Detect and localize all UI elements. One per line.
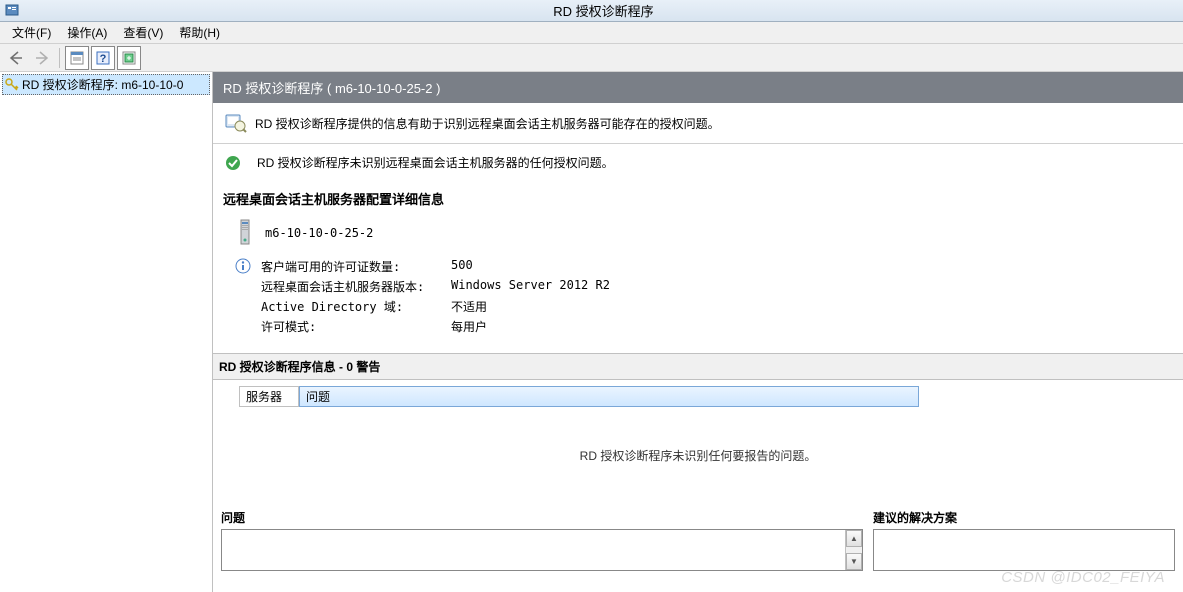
properties-button[interactable] xyxy=(65,46,89,70)
issue-box: ▲ ▼ xyxy=(221,529,863,571)
menu-action[interactable]: 操作(A) xyxy=(59,22,115,43)
menu-view[interactable]: 查看(V) xyxy=(115,22,171,43)
forward-button[interactable] xyxy=(30,46,54,70)
ad-domain-label: Active Directory 域: xyxy=(261,298,451,315)
license-mode-value: 每用户 xyxy=(451,318,610,335)
ok-icon xyxy=(225,155,241,171)
server-version-value: Windows Server 2012 R2 xyxy=(451,278,610,295)
scroll-up-icon[interactable]: ▲ xyxy=(846,530,862,547)
grid-empty-message: RD 授权诊断程序未识别任何要报告的问题。 xyxy=(221,407,1175,503)
content-header: RD 授权诊断程序 ( m6-10-10-0-25-2 ) xyxy=(213,72,1183,103)
license-mode-label: 许可模式: xyxy=(261,318,451,335)
help-button[interactable]: ? xyxy=(91,46,115,70)
grid-column-headers: 服务器 问题 xyxy=(221,386,1175,407)
description-text: RD 授权诊断程序提供的信息有助于识别远程桌面会话主机服务器可能存在的授权问题。 xyxy=(255,115,720,132)
server-icon xyxy=(235,218,255,248)
issue-panel: 问题 ▲ ▼ xyxy=(221,507,863,571)
details-row: 客户端可用的许可证数量: 500 远程桌面会话主机服务器版本: Windows … xyxy=(213,258,1183,339)
server-name: m6-10-10-0-25-2 xyxy=(265,226,373,240)
config-section-title: 远程桌面会话主机服务器配置详细信息 xyxy=(213,181,1183,214)
server-version-label: 远程桌面会话主机服务器版本: xyxy=(261,278,451,295)
warnings-header: RD 授权诊断程序信息 - 0 警告 xyxy=(213,353,1183,380)
server-row: m6-10-10-0-25-2 xyxy=(213,214,1183,258)
refresh-button[interactable] xyxy=(117,46,141,70)
solution-content xyxy=(874,530,1174,570)
menu-file[interactable]: 文件(F) xyxy=(4,22,59,43)
key-icon xyxy=(5,78,19,92)
status-text: RD 授权诊断程序未识别远程桌面会话主机服务器的任何授权问题。 xyxy=(257,154,614,171)
issue-scrollbar[interactable]: ▲ ▼ xyxy=(845,530,862,570)
tree-panel: RD 授权诊断程序: m6-10-10-0 xyxy=(0,72,213,592)
content-area: RD 授权诊断程序 ( m6-10-10-0-25-2 ) RD 授权诊断程序提… xyxy=(213,72,1183,592)
col-issue[interactable]: 问题 xyxy=(299,386,919,407)
status-row: RD 授权诊断程序未识别远程桌面会话主机服务器的任何授权问题。 xyxy=(213,144,1183,181)
scroll-down-icon[interactable]: ▼ xyxy=(846,553,862,570)
license-count-label: 客户端可用的许可证数量: xyxy=(261,258,451,275)
solution-box xyxy=(873,529,1175,571)
toolbar: ? xyxy=(0,44,1183,72)
menu-help[interactable]: 帮助(H) xyxy=(171,22,228,43)
issue-label: 问题 xyxy=(221,507,863,529)
warnings-grid: 服务器 问题 RD 授权诊断程序未识别任何要报告的问题。 xyxy=(213,380,1183,505)
window-title: RD 授权诊断程序 xyxy=(24,1,1183,20)
solution-panel: 建议的解决方案 xyxy=(873,507,1175,571)
back-button[interactable] xyxy=(4,46,28,70)
col-server[interactable]: 服务器 xyxy=(239,386,299,407)
tree-root-item[interactable]: RD 授权诊断程序: m6-10-10-0 xyxy=(2,74,210,95)
details-table: 客户端可用的许可证数量: 500 远程桌面会话主机服务器版本: Windows … xyxy=(261,258,610,335)
menubar: 文件(F) 操作(A) 查看(V) 帮助(H) xyxy=(0,22,1183,44)
app-icon xyxy=(4,3,20,19)
tree-root-label: RD 授权诊断程序: m6-10-10-0 xyxy=(22,76,183,93)
solution-label: 建议的解决方案 xyxy=(873,507,1175,529)
issue-content xyxy=(222,530,845,570)
description-strip: RD 授权诊断程序提供的信息有助于识别远程桌面会话主机服务器可能存在的授权问题。 xyxy=(213,103,1183,144)
diagnostic-icon xyxy=(223,111,247,135)
info-icon xyxy=(235,258,251,274)
license-count-value: 500 xyxy=(451,258,610,275)
bottom-panels: 问题 ▲ ▼ 建议的解决方案 xyxy=(213,505,1183,579)
ad-domain-value: 不适用 xyxy=(451,298,610,315)
svg-text:?: ? xyxy=(100,53,107,65)
window-titlebar: RD 授权诊断程序 xyxy=(0,0,1183,22)
toolbar-separator xyxy=(59,48,60,68)
